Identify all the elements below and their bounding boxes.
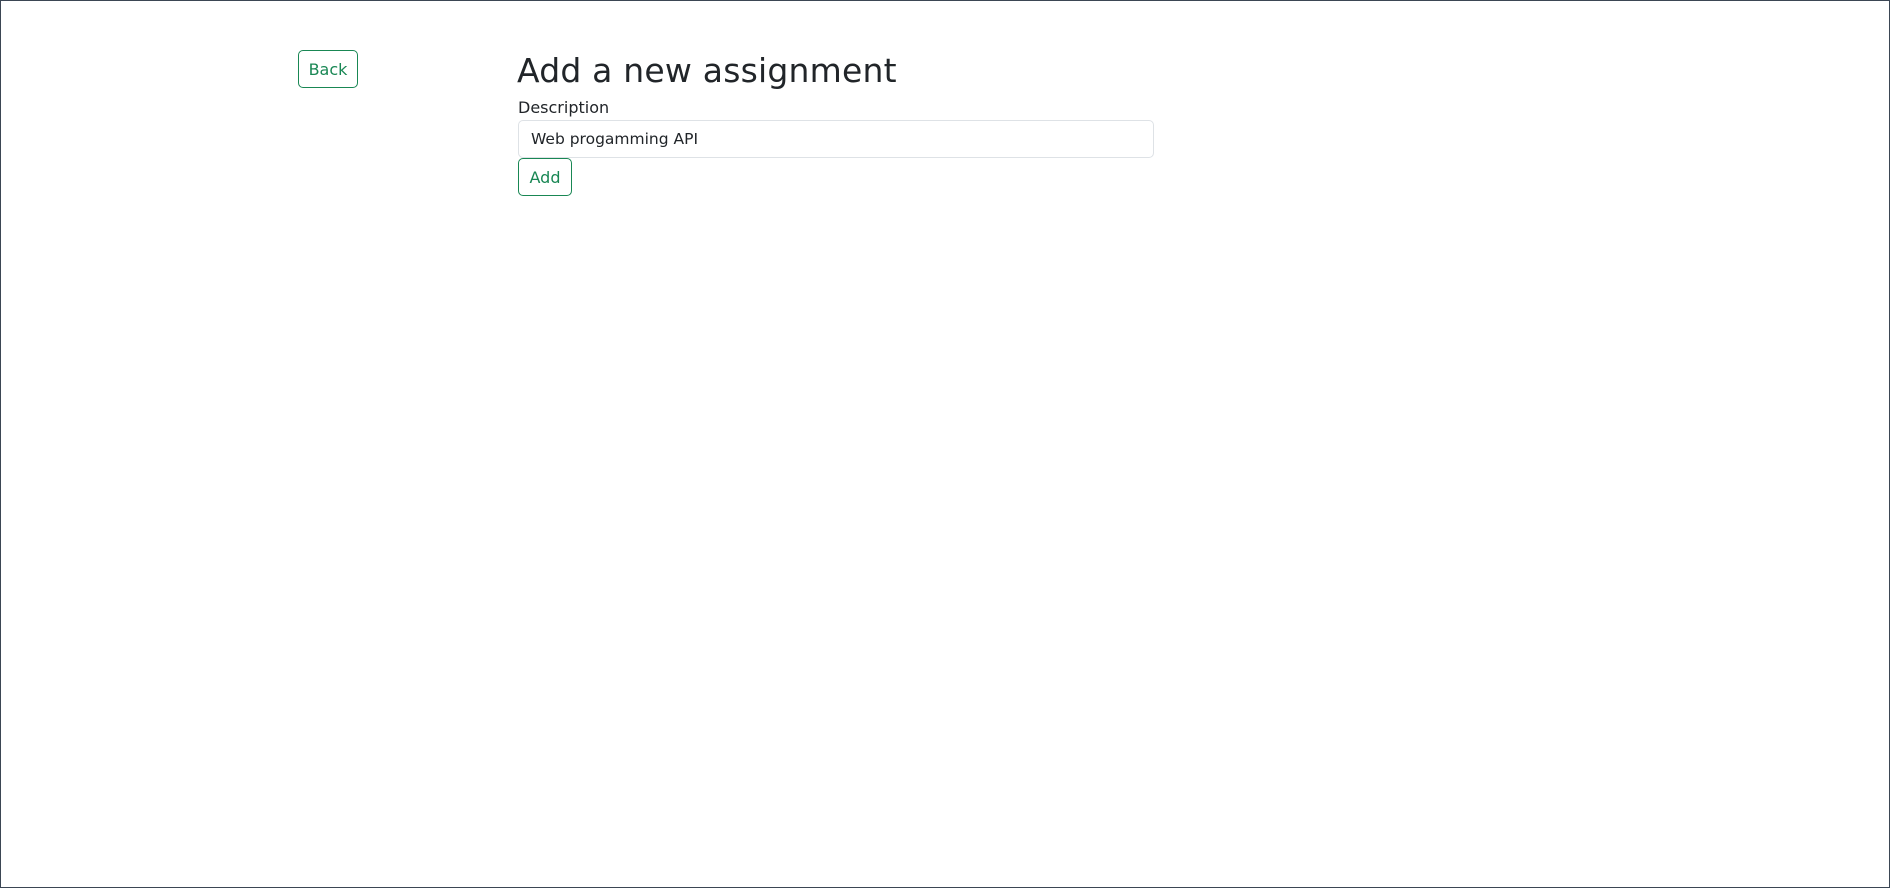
page-title: Add a new assignment — [517, 51, 897, 90]
add-button[interactable]: Add — [518, 158, 572, 196]
app-window: Back Add a new assignment Description Ad… — [0, 0, 1890, 888]
description-label: Description — [518, 98, 610, 117]
description-input[interactable] — [518, 120, 1154, 158]
back-button[interactable]: Back — [298, 50, 358, 88]
